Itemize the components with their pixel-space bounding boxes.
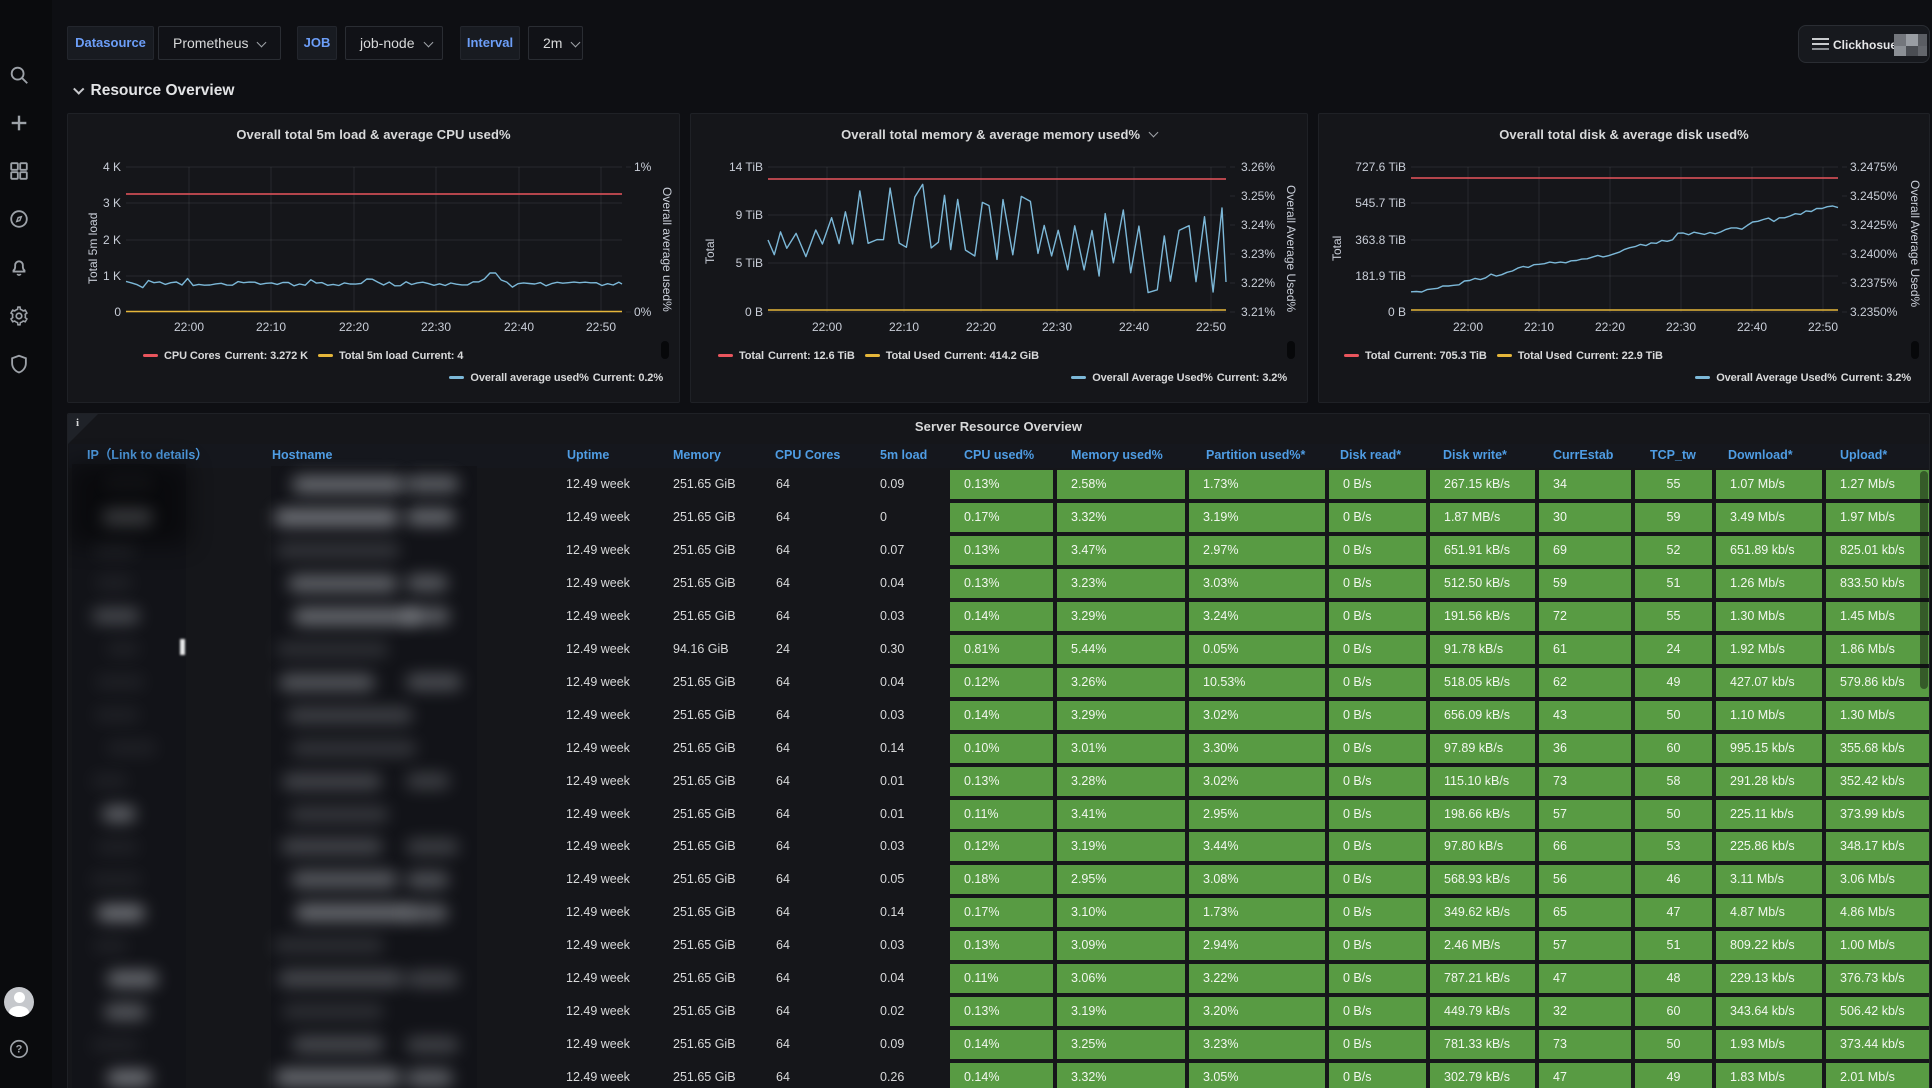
svg-text:727.6 TiB: 727.6 TiB [1355,160,1406,174]
svg-text:0 B: 0 B [1388,305,1406,319]
svg-text:545.7 TiB: 545.7 TiB [1355,196,1406,210]
svg-text:22:00: 22:00 [812,320,842,334]
svg-text:3.21%: 3.21% [1241,305,1275,319]
svg-text:0 B: 0 B [745,305,763,319]
svg-text:3.23%: 3.23% [1241,247,1275,261]
svg-text:181.9 TiB: 181.9 TiB [1355,269,1406,283]
svg-text:0: 0 [114,305,121,319]
svg-text:?: ? [16,1044,23,1056]
svg-text:22:40: 22:40 [1119,320,1149,334]
svg-text:22:50: 22:50 [1196,320,1226,334]
svg-text:22:20: 22:20 [1595,320,1625,334]
svg-text:2 K: 2 K [103,233,121,247]
svg-text:22:50: 22:50 [586,320,616,334]
svg-text:22:40: 22:40 [1737,320,1767,334]
svg-text:1%: 1% [634,160,652,174]
svg-text:3.2400%: 3.2400% [1850,247,1898,261]
svg-text:3.2350%: 3.2350% [1850,305,1898,319]
svg-text:22:40: 22:40 [504,320,534,334]
svg-text:3 K: 3 K [103,196,121,210]
svg-text:9 TiB: 9 TiB [736,208,763,222]
svg-text:22:10: 22:10 [256,320,286,334]
svg-text:22:20: 22:20 [339,320,369,334]
svg-text:22:20: 22:20 [966,320,996,334]
svg-text:3.2450%: 3.2450% [1850,189,1898,203]
svg-text:22:00: 22:00 [1453,320,1483,334]
svg-text:22:10: 22:10 [1524,320,1554,334]
svg-text:22:00: 22:00 [174,320,204,334]
svg-text:22:30: 22:30 [1042,320,1072,334]
svg-text:3.26%: 3.26% [1241,160,1275,174]
svg-text:5 TiB: 5 TiB [736,256,763,270]
svg-text:14 TiB: 14 TiB [729,160,763,174]
svg-text:1 K: 1 K [103,269,121,283]
svg-text:3.2375%: 3.2375% [1850,276,1898,290]
svg-text:22:10: 22:10 [889,320,919,334]
svg-text:3.2425%: 3.2425% [1850,218,1898,232]
svg-text:4 K: 4 K [103,160,121,174]
svg-text:3.25%: 3.25% [1241,189,1275,203]
svg-text:0%: 0% [634,305,652,319]
svg-text:3.2475%: 3.2475% [1850,160,1898,174]
svg-text:22:30: 22:30 [421,320,451,334]
svg-text:3.24%: 3.24% [1241,218,1275,232]
svg-text:22:30: 22:30 [1666,320,1696,334]
svg-text:3.22%: 3.22% [1241,276,1275,290]
svg-text:363.8 TiB: 363.8 TiB [1355,233,1406,247]
svg-text:22:50: 22:50 [1808,320,1838,334]
